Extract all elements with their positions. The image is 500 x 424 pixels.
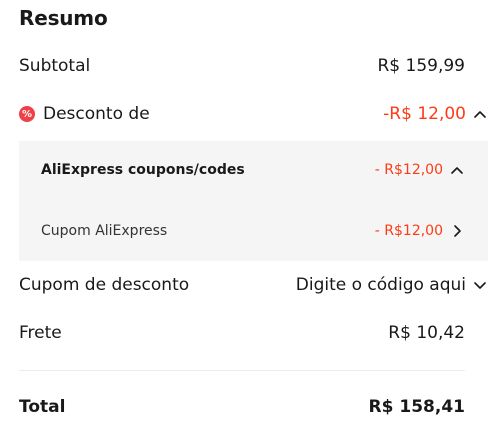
discount-detail-label: Cupom AliExpress [41,223,168,239]
chevron-right-icon[interactable] [449,223,465,239]
discount-detail-row[interactable]: AliExpress coupons/codes - R$12,00 [19,159,465,181]
chevron-up-icon[interactable] [449,162,465,178]
chevron-up-icon[interactable] [472,106,488,122]
discount-detail-value: - R$12,00 [374,162,443,178]
total-row: Total R$ 158,41 [19,395,465,419]
discount-badge-icon: % [19,106,35,122]
coupon-row[interactable]: Cupom de desconto Digite o código aqui [19,273,488,297]
divider [19,370,465,371]
coupon-label: Cupom de desconto [19,275,190,295]
total-label: Total [19,397,66,417]
discount-detail-label: AliExpress coupons/codes [41,162,245,178]
subtotal-label: Subtotal [19,56,91,76]
total-value: R$ 158,41 [368,397,465,417]
shipping-row: Frete R$ 10,42 [19,321,465,345]
discount-row[interactable]: % Desconto de -R$ 12,00 [19,102,488,126]
chevron-down-icon[interactable] [472,277,488,293]
discount-label: Desconto de [43,104,150,124]
shipping-label: Frete [19,323,62,343]
summary-title: Resumo [19,6,108,30]
coupon-input[interactable]: Digite o código aqui [296,275,488,295]
discount-detail-value: - R$12,00 [374,223,443,239]
discount-detail-row[interactable]: Cupom AliExpress - R$12,00 [19,220,465,242]
subtotal-row: Subtotal R$ 159,99 [19,54,465,78]
coupon-placeholder[interactable]: Digite o código aqui [296,275,466,295]
discount-value: -R$ 12,00 [383,104,466,124]
subtotal-value: R$ 159,99 [377,56,465,76]
shipping-value: R$ 10,42 [388,323,465,343]
